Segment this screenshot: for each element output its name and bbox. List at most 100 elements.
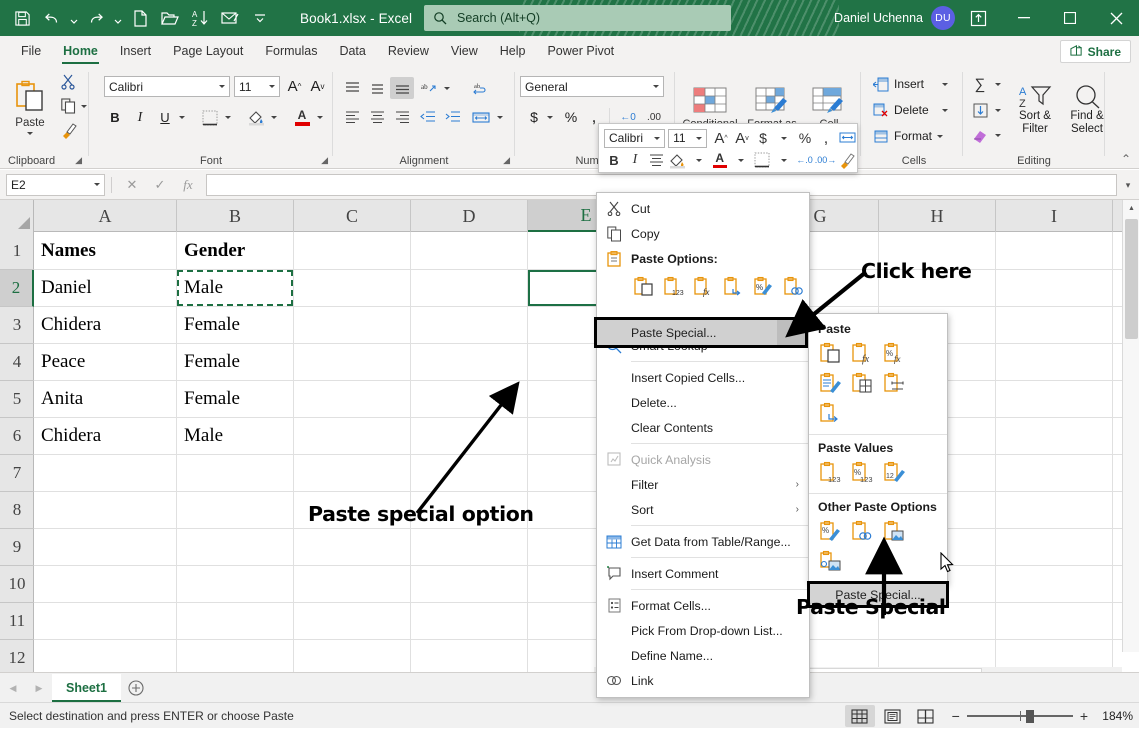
paste-transpose-icon[interactable] [815,399,846,428]
paste-special-submenu-arrow-icon[interactable]: › [777,320,805,345]
accounting-format-button[interactable]: $ [524,106,544,128]
menu-item-link[interactable]: Link [597,668,809,693]
paste-formatting-icon[interactable]: % [815,517,846,546]
insert-cells-button[interactable]: Insert [870,72,936,96]
paste-no-borders-icon[interactable] [847,369,878,398]
paste-col-widths-icon[interactable] [879,369,910,398]
add-sheet-button[interactable] [121,674,151,702]
normal-view-icon[interactable] [845,705,875,727]
zoom-level[interactable]: 184% [1097,709,1133,723]
paste-picture-icon[interactable] [879,517,910,546]
ribbon-collapse-icon[interactable]: ⌃ [1121,152,1131,166]
row-header-1[interactable]: 1 [0,232,34,270]
paste-formulas-icon[interactable]: fx [690,273,717,300]
merge-center-button[interactable] [468,106,494,128]
menu-item-sort[interactable]: Sort › [597,497,809,522]
mini-shrink-font-button[interactable]: Av [732,128,752,149]
menu-item-get-data-from-table[interactable]: Get Data from Table/Range... [597,529,809,554]
font-family-input[interactable]: Calibri [104,76,230,97]
new-file-icon[interactable] [126,5,154,31]
merge-center-dropdown-icon[interactable] [494,106,506,128]
enter-formula-button[interactable]: ✓ [146,174,174,196]
paste-button[interactable]: Paste [6,71,54,143]
fill-color-dropdown-icon[interactable] [268,106,280,129]
fill-color-icon[interactable] [667,150,688,171]
ribbon-display-options-icon[interactable] [963,6,993,30]
cell-B2[interactable]: Male [177,270,293,306]
align-bottom-button[interactable] [390,77,414,99]
cell-A4[interactable]: Peace [34,344,176,380]
cut-button[interactable] [56,71,80,93]
cell-B5[interactable]: Female [177,381,293,417]
tab-view[interactable]: View [440,36,489,66]
column-header-H[interactable]: H [879,200,996,232]
format-cells-ribbon-button[interactable]: Format [870,124,948,148]
mini-comma-button[interactable]: , [816,128,836,149]
find-select-button[interactable]: Find & Select [1060,72,1114,148]
tab-data[interactable]: Data [328,36,376,66]
menu-item-copy[interactable]: Copy [597,221,809,246]
maximize-button[interactable] [1047,0,1093,36]
mini-font-color-button[interactable]: A [710,150,731,171]
paste-link-icon[interactable] [780,273,807,300]
zoom-in-button[interactable]: + [1080,708,1088,724]
menu-item-filter[interactable]: Filter › [597,472,809,497]
fill-color-button[interactable] [244,106,268,129]
paste-values-source-format-icon[interactable]: 12 [879,458,910,487]
minimize-button[interactable] [1001,0,1047,36]
paste-values-icon[interactable]: 123 [815,458,846,487]
insert-function-button[interactable]: fx [174,174,202,196]
undo-dropdown-icon[interactable] [68,5,80,31]
borders-dropdown-icon[interactable] [222,106,234,129]
cancel-formula-button[interactable]: ✕ [118,174,146,196]
underline-button[interactable]: U [154,106,176,129]
next-sheet-button[interactable]: ▶ [26,674,52,702]
percent-format-button[interactable]: % [560,106,582,128]
insert-dropdown-icon[interactable] [938,72,952,96]
zoom-slider[interactable]: − + [952,708,1088,724]
wrap-text-button[interactable]: ab [468,77,494,99]
autosum-button[interactable]: ∑ [968,72,992,96]
paste-dropdown-icon[interactable] [27,132,33,135]
mini-bold-button[interactable]: B [604,150,624,171]
decrease-indent-button[interactable] [416,106,440,128]
scroll-up-arrow[interactable]: ▲ [1123,200,1139,217]
clear-button[interactable] [968,123,992,147]
menu-item-pick-from-dropdown-list[interactable]: Pick From Drop-down List... [597,618,809,643]
page-layout-view-icon[interactable] [878,705,908,727]
page-break-view-icon[interactable] [911,705,941,727]
zoom-out-button[interactable]: − [952,708,960,724]
row-header-6[interactable]: 6 [0,418,34,455]
paste-linked-picture-icon[interactable] [815,547,846,576]
align-middle-button[interactable] [365,77,389,99]
align-icon[interactable] [646,150,666,171]
menu-item-delete[interactable]: Delete... [597,390,809,415]
font-size-dropdown-icon[interactable] [269,85,275,88]
mini-accounting-dropdown-icon[interactable] [774,128,794,149]
mini-grow-font-button[interactable]: A^ [711,128,731,149]
menu-item-paste-special[interactable]: Paste Special... › [594,317,808,348]
clipboard-dialog-launcher[interactable]: ◢ [75,155,82,166]
bold-button[interactable]: B [104,106,126,129]
mini-accounting-button[interactable]: $ [753,128,773,149]
mini-italic-button[interactable]: I [625,150,645,171]
cell-B4[interactable]: Female [177,344,293,380]
autosum-dropdown-icon[interactable] [992,72,1004,96]
paste-keep-source-formatting-icon[interactable] [815,369,846,398]
zoom-slider-track[interactable] [967,710,1073,722]
sort-az-icon[interactable]: AZ [186,5,214,31]
mini-percent-button[interactable]: % [795,128,815,149]
cell-A2[interactable]: Daniel [34,270,176,306]
row-header-8[interactable]: 8 [0,492,34,529]
save-icon[interactable] [8,5,36,31]
mini-font-family-input[interactable]: Calibri [604,129,665,148]
orientation-dropdown-icon[interactable] [441,77,453,99]
search-input[interactable]: Search (Alt+Q) [424,5,731,31]
format-painter-icon[interactable] [837,150,858,171]
number-format-dropdown-icon[interactable] [653,85,659,88]
delete-cells-button[interactable]: Delete [870,98,936,122]
menu-item-insert-comment[interactable]: Insert Comment [597,561,809,586]
email-icon[interactable] [216,5,244,31]
mini-borders-dropdown-icon[interactable] [774,150,794,171]
expand-formula-bar-icon[interactable]: ▾ [1119,176,1137,194]
